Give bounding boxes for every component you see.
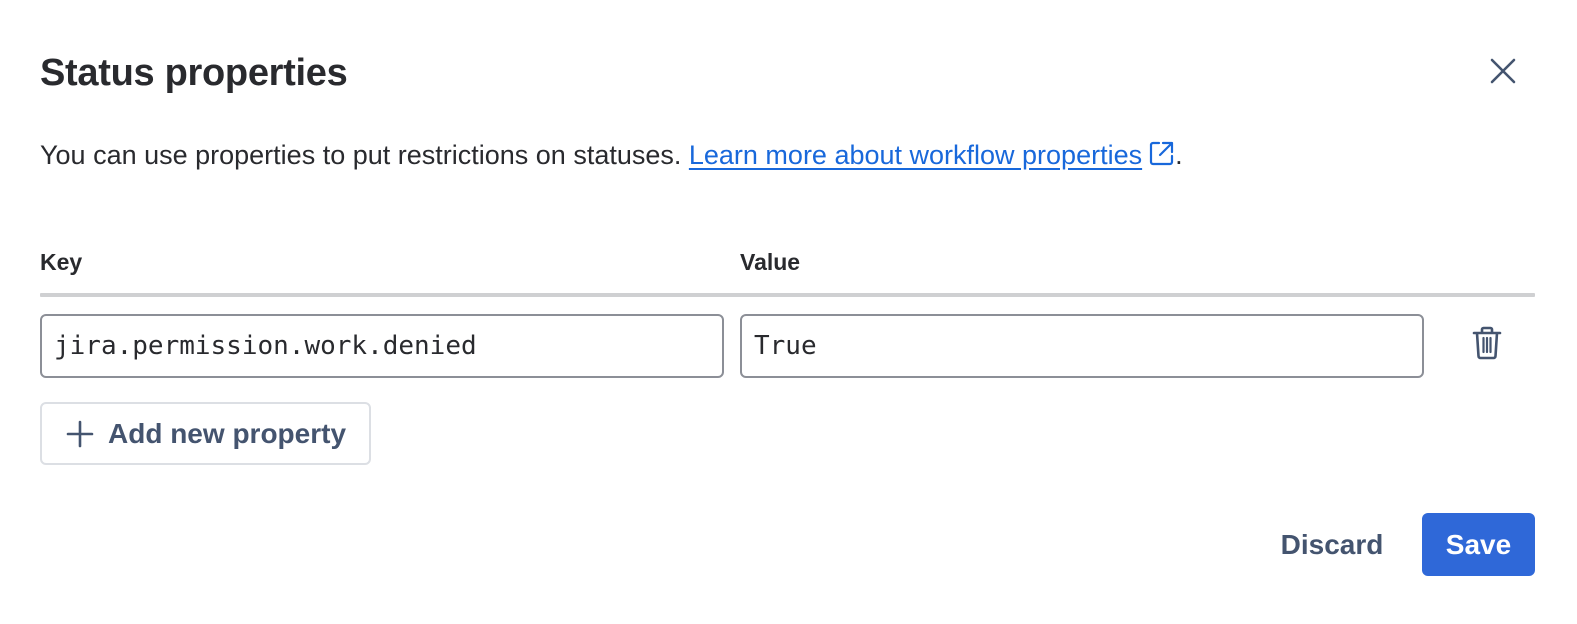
plus-icon (66, 420, 94, 448)
trash-icon (1472, 326, 1502, 360)
close-icon (1490, 58, 1516, 84)
dialog-title: Status properties (40, 52, 348, 94)
property-value-input[interactable]: True (740, 314, 1424, 378)
status-properties-dialog: Status properties You can use properties… (0, 0, 1577, 624)
delete-property-button[interactable] (1464, 320, 1510, 366)
property-key-input[interactable]: jira.permission.work.denied (40, 314, 724, 378)
learn-more-link[interactable]: Learn more about workflow properties (689, 140, 1142, 170)
column-header-value: Value (740, 249, 801, 275)
external-link-icon (1150, 141, 1174, 166)
description-text: You can use properties to put restrictio… (40, 140, 689, 170)
close-button[interactable] (1480, 48, 1526, 94)
column-header-key: Key (40, 249, 83, 275)
header-divider (40, 293, 1535, 297)
add-new-property-label: Add new property (108, 417, 347, 449)
discard-button[interactable]: Discard (1262, 513, 1402, 576)
dialog-description: You can use properties to put restrictio… (40, 136, 1183, 174)
description-suffix: . (1175, 140, 1183, 170)
add-new-property-button[interactable]: Add new property (40, 402, 371, 465)
save-button[interactable]: Save (1422, 513, 1535, 576)
